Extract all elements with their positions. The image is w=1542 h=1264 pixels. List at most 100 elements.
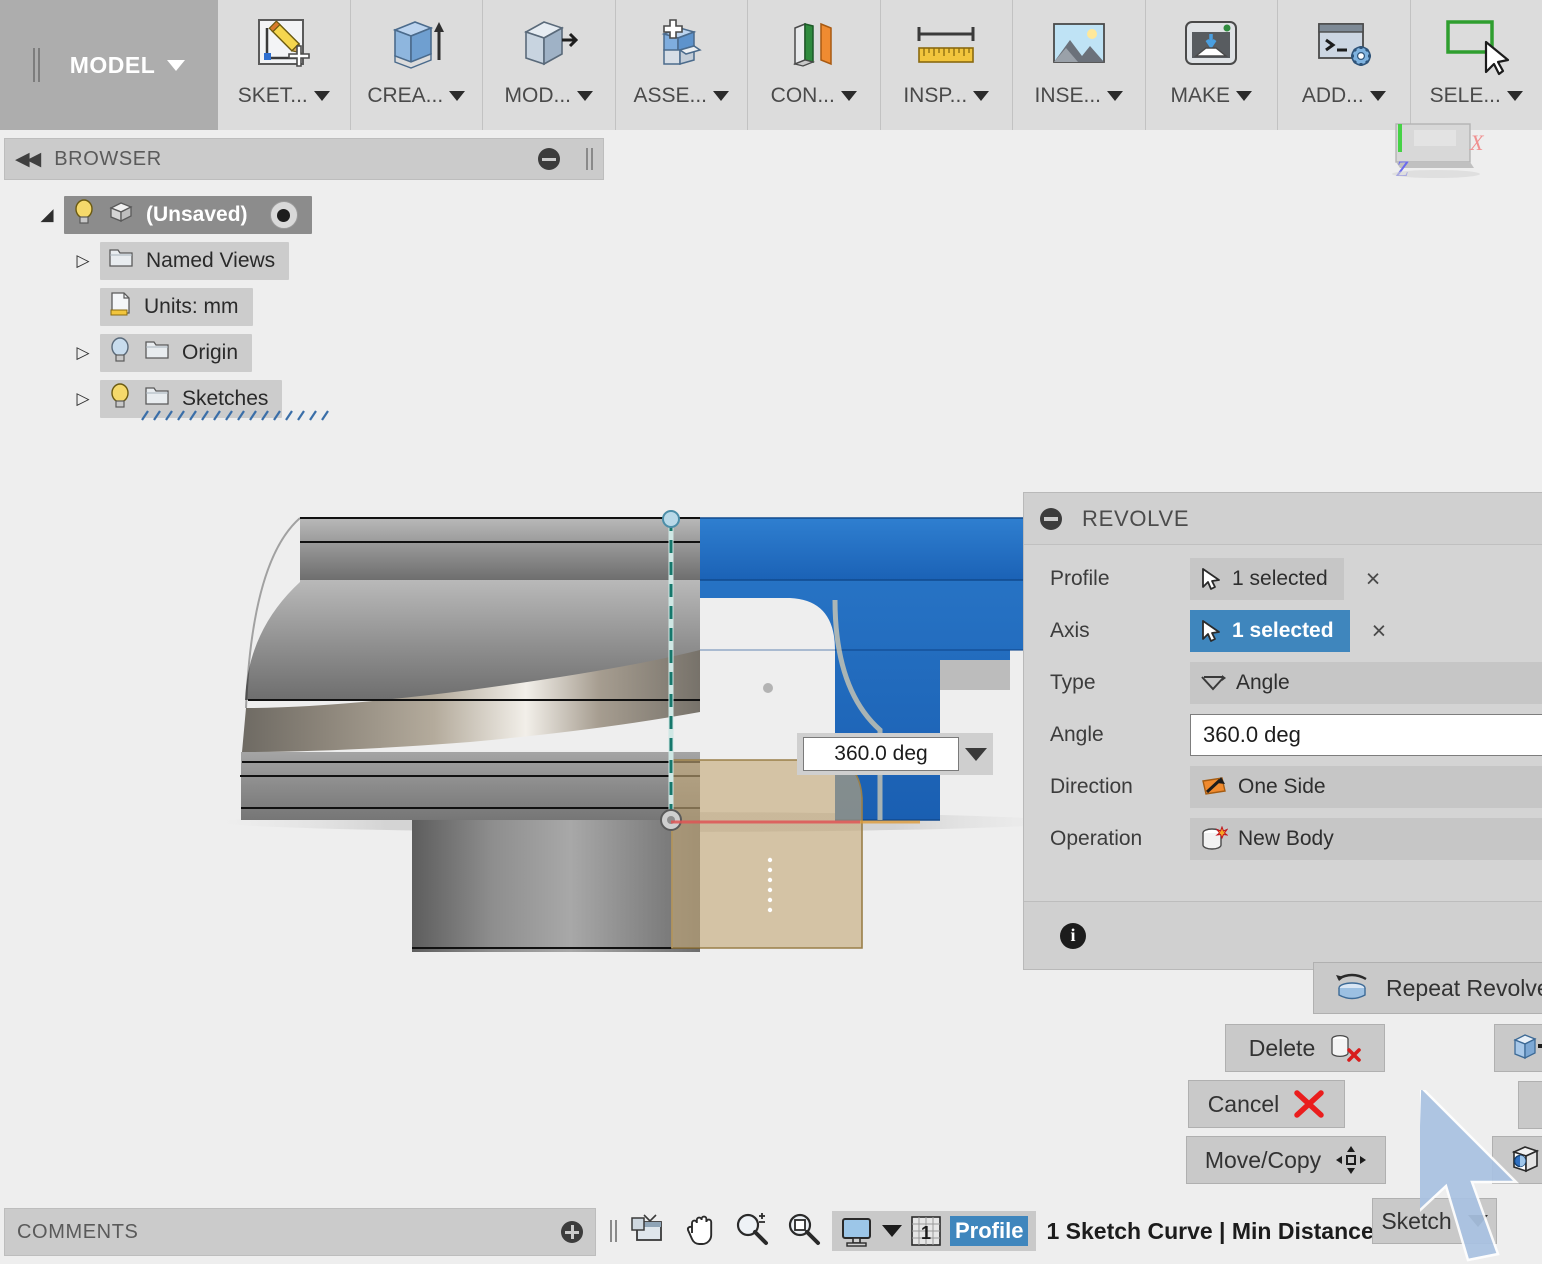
panel-resize-grip[interactable] [586,148,593,170]
sketch-hatch-decoration [141,410,329,421]
minus-circle-icon[interactable] [538,148,560,170]
pan-hand-icon[interactable] [683,1211,719,1252]
chevron-down-icon [449,91,466,101]
tree-item-named-views[interactable]: Named Views [100,242,290,280]
angle-manipulator-value[interactable]: 360.0 deg [803,737,959,771]
green-marker-button[interactable] [1518,1081,1542,1129]
twisty-collapsed-icon[interactable]: ▷ [66,343,100,363]
inspect-ruler-icon [911,14,981,76]
collapse-left-icon[interactable]: ◀◀ [15,148,41,171]
ribbon-tab-strip: SKET... CREA... MOD... ASSE... CON... IN… [218,0,1542,130]
viewcube-x-label: X [1469,130,1485,155]
chevron-down-icon [1107,91,1124,101]
zoom-fit-icon[interactable] [785,1211,823,1252]
field-axis[interactable]: Axis 1 selected × [1024,605,1542,657]
ribbon-tab-select[interactable]: SELE... [1411,0,1542,130]
display-settings-icon[interactable] [631,1212,669,1251]
navbar-grip[interactable] [610,1220,617,1242]
clear-profile-button[interactable]: × [1366,565,1381,594]
lightbulb-on-icon[interactable] [72,198,96,232]
field-value: 1 selected [1232,619,1334,642]
ribbon-tab-label: SELE... [1429,84,1501,107]
repeat-revolve-button[interactable]: Repeat Revolve [1313,962,1542,1014]
top-ribbon: MODEL SKET... CREA... MOD... ASSE... CON… [0,0,1542,130]
cancel-button[interactable]: Cancel [1188,1080,1345,1128]
ribbon-tab-insert[interactable]: INSE... [1013,0,1146,130]
angle-input[interactable]: 360.0 deg [1190,714,1542,756]
axis-selection-chip[interactable]: 1 selected [1190,610,1350,652]
tree-item-unsaved[interactable]: (Unsaved) [64,196,312,234]
type-dropdown[interactable]: Angle [1190,662,1542,704]
field-angle[interactable]: Angle 360.0 deg [1024,709,1542,761]
workspace-selector[interactable]: MODEL [0,0,218,130]
ribbon-tab-addins[interactable]: ADD... [1278,0,1411,130]
viewcube[interactable]: Z X [1374,118,1494,190]
selection-token: Profile [950,1216,1029,1246]
grid-snap-icon: 1 [911,1216,941,1246]
chevron-down-icon[interactable] [882,1225,902,1237]
tree-row-origin[interactable]: ▷ Origin [30,330,590,376]
field-type[interactable]: Type Angle [1024,657,1542,709]
field-value: 1 selected [1232,567,1328,590]
move-copy-button[interactable]: Move/Copy [1186,1136,1386,1184]
delete-button[interactable]: Delete [1225,1024,1385,1072]
twisty-expanded-icon[interactable]: ◢ [30,205,64,225]
chevron-down-icon [713,91,730,101]
folder-icon [144,338,170,368]
sketch-dropdown-button[interactable]: Sketch [1372,1198,1497,1244]
construct-plane-icon [783,14,845,76]
field-operation[interactable]: Operation New Body [1024,813,1542,865]
workspace-label: MODEL [69,51,156,78]
field-label: Angle [1050,723,1104,746]
tree-row-unsaved[interactable]: ◢ (Unsaved) [30,192,590,238]
ribbon-tab-construct[interactable]: CON... [748,0,881,130]
new-component-button[interactable] [1494,1024,1542,1072]
chevron-down-icon [577,91,593,101]
angle-type-icon [1201,675,1226,691]
field-direction[interactable]: Direction One Side [1024,761,1542,813]
lightbulb-on-icon[interactable] [108,382,132,416]
tree-item-origin[interactable]: Origin [100,334,253,372]
direction-dropdown[interactable]: One Side [1190,766,1542,808]
tree-item-units[interactable]: Units: mm [100,288,253,326]
ribbon-tab-label: MOD... [504,84,572,107]
delete-button-label: Delete [1248,1034,1316,1061]
ribbon-tab-assemble[interactable]: ASSE... [616,0,748,130]
info-icon[interactable]: i [1060,922,1086,949]
angle-manipulator[interactable]: 360.0 deg [797,733,993,775]
ribbon-tab-label: MAKE [1170,84,1230,107]
twisty-collapsed-icon[interactable]: ▷ [66,389,100,409]
lightbulb-off-icon[interactable] [108,336,132,370]
ribbon-tab-create[interactable]: CREA... [351,0,483,130]
appearance-button[interactable] [1492,1136,1542,1184]
profile-selection-chip[interactable]: 1 selected [1190,558,1344,600]
revolve-dialog[interactable]: REVOLVE Profile 1 selected × Axis 1 sele… [1023,492,1542,970]
monitor-icon [842,1218,871,1247]
zoom-magnifier-icon[interactable] [733,1211,771,1252]
operation-dropdown[interactable]: New Body [1190,818,1542,860]
tree-item-label: Units: mm [144,295,239,318]
one-side-icon [1202,777,1226,795]
plus-circle-icon[interactable] [561,1221,583,1243]
field-label: Operation [1050,827,1143,850]
ribbon-tab-make[interactable]: MAKE [1146,0,1278,130]
ribbon-tab-sketch[interactable]: SKET... [218,0,351,130]
sketch-icon [253,14,315,76]
field-label: Type [1050,671,1096,694]
tree-row-sketches[interactable]: ▷ Sketches [30,376,590,422]
tree-row-named-views[interactable]: ▷ Named Views [30,238,590,284]
tree-row-units[interactable]: Units: mm [30,284,590,330]
ribbon-tab-inspect[interactable]: INSP... [881,0,1013,130]
ribbon-tab-modify[interactable]: MOD... [483,0,616,130]
tree-item-sketches[interactable]: Sketches [100,380,329,421]
field-profile[interactable]: Profile 1 selected × [1024,553,1542,605]
select-arrow-icon [1202,568,1220,590]
chevron-down-icon[interactable] [965,747,987,761]
comments-bar[interactable]: COMMENTS [4,1208,596,1256]
selection-filter-chip[interactable]: 1 Profile [832,1211,1037,1251]
twisty-collapsed-icon[interactable]: ▷ [66,251,100,271]
clear-axis-button[interactable]: × [1372,617,1387,646]
ribbon-tab-label: CREA... [367,84,444,107]
activate-component-radio[interactable] [269,201,298,229]
minus-circle-icon[interactable] [1040,507,1062,530]
